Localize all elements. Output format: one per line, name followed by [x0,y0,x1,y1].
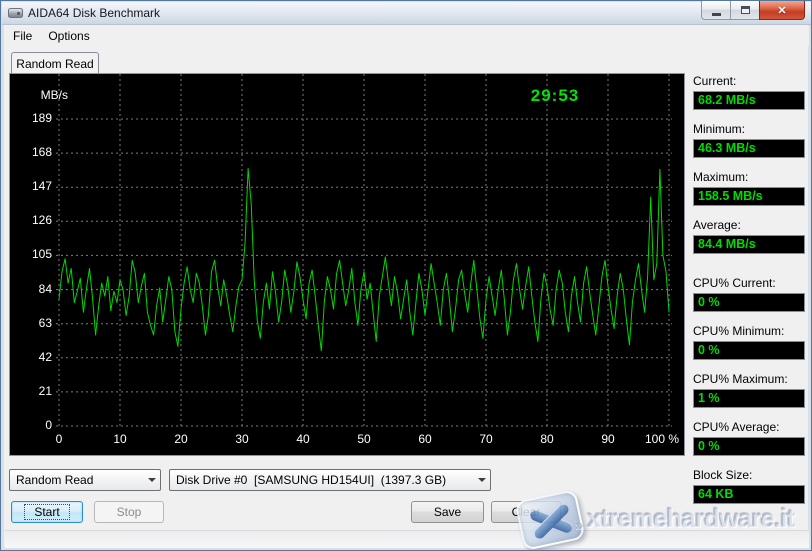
maximize-icon [741,6,750,14]
stat-minimum: Minimum: 46.3 MB/s [693,122,805,158]
x-tick: 0 [39,432,79,446]
x-tick: 20 [161,432,201,446]
start-button[interactable]: Start [11,501,83,523]
y-tick: 21 [10,384,52,398]
stat-cpu-maximum: CPU% Maximum: 1 % [693,372,805,408]
close-icon: ✕ [777,4,786,17]
minimize-button[interactable] [701,1,730,20]
stat-value: 158.5 MB/s [693,187,805,206]
stat-maximum: Maximum: 158.5 MB/s [693,170,805,206]
maximize-button[interactable] [730,1,759,20]
x-tick: 90 [588,432,628,446]
chart-canvas [10,74,684,455]
y-tick: 189 [10,111,52,125]
stat-value: 0 % [693,437,805,456]
x-tick: 10 [100,432,140,446]
stat-value: 84.4 MB/s [693,235,805,254]
chevron-down-icon [473,478,490,482]
stat-label: Block Size: [693,468,805,484]
stat-value: 0 % [693,341,805,360]
drive-select[interactable]: Disk Drive #0 [SAMSUNG HD154UI] (1397.3 … [169,469,491,491]
chevron-down-icon [143,478,160,482]
watermark: » xtremehardware.it [517,493,807,550]
stop-button: Stop [94,501,164,523]
x-tick: 70 [466,432,506,446]
y-tick: 126 [10,213,52,227]
x-tick: 60 [405,432,445,446]
minimize-icon [712,13,721,16]
benchmark-chart: MB/s 29:53 189 168 147 126 105 84 63 42 … [9,73,685,456]
stat-cpu-current: CPU% Current: 0 % [693,276,805,312]
stat-cpu-average: CPU% Average: 0 % [693,420,805,456]
window-title: AIDA64 Disk Benchmark [28,6,160,20]
y-tick: 105 [10,247,52,261]
stat-label: Average: [693,218,805,234]
menu-item-options[interactable]: Options [40,27,97,45]
tab-random-read[interactable]: Random Read [11,52,99,74]
elapsed-time: 29:53 [510,86,600,106]
stat-value: 46.3 MB/s [693,139,805,158]
y-tick: 147 [10,179,52,193]
stat-label: CPU% Minimum: [693,324,805,340]
stat-value: 0 % [693,293,805,312]
stat-label: Minimum: [693,122,805,138]
save-button-label: Save [434,505,461,519]
y-tick: 42 [10,350,52,364]
save-button[interactable]: Save [411,501,484,523]
stat-label: CPU% Maximum: [693,372,805,388]
menu-item-file[interactable]: File [5,27,40,45]
close-button[interactable]: ✕ [759,1,805,20]
stop-button-label: Stop [117,505,142,519]
y-tick: 63 [10,316,52,330]
hdd-icon [8,8,23,18]
y-tick: 168 [10,145,52,159]
benchmark-type-value: Random Read [16,473,93,487]
y-tick: 0 [10,418,52,432]
start-button-label: Start [24,504,69,520]
titlebar: AIDA64 Disk Benchmark [2,2,812,25]
tab-label: Random Read [16,57,93,71]
window-controls: ✕ [701,1,805,20]
stat-label: Current: [693,74,805,90]
stat-value: 68.2 MB/s [693,91,805,110]
x-tick: 50 [344,432,384,446]
app-window: AIDA64 Disk Benchmark ✕ File Options Ran… [0,0,812,551]
stat-value: 1 % [693,389,805,408]
stat-label: CPU% Average: [693,420,805,436]
x-tick: 40 [283,432,323,446]
stat-average: Average: 84.4 MB/s [693,218,805,254]
chevrons-icon: » [575,517,583,534]
drive-select-value: Disk Drive #0 [SAMSUNG HD154UI] (1397.3 … [176,473,446,487]
watermark-text: xtremehardware.it [587,503,794,534]
x-tick: 80 [527,432,567,446]
stat-label: Maximum: [693,170,805,186]
benchmark-type-select[interactable]: Random Read [9,469,161,491]
x-tick: 30 [222,432,262,446]
stat-current: Current: 68.2 MB/s [693,74,805,110]
menubar: File Options [5,26,809,46]
x-tick: 100 % [640,432,684,446]
stat-cpu-minimum: CPU% Minimum: 0 % [693,324,805,360]
y-axis-unit: MB/s [28,88,68,102]
stat-label: CPU% Current: [693,276,805,292]
y-tick: 84 [10,282,52,296]
